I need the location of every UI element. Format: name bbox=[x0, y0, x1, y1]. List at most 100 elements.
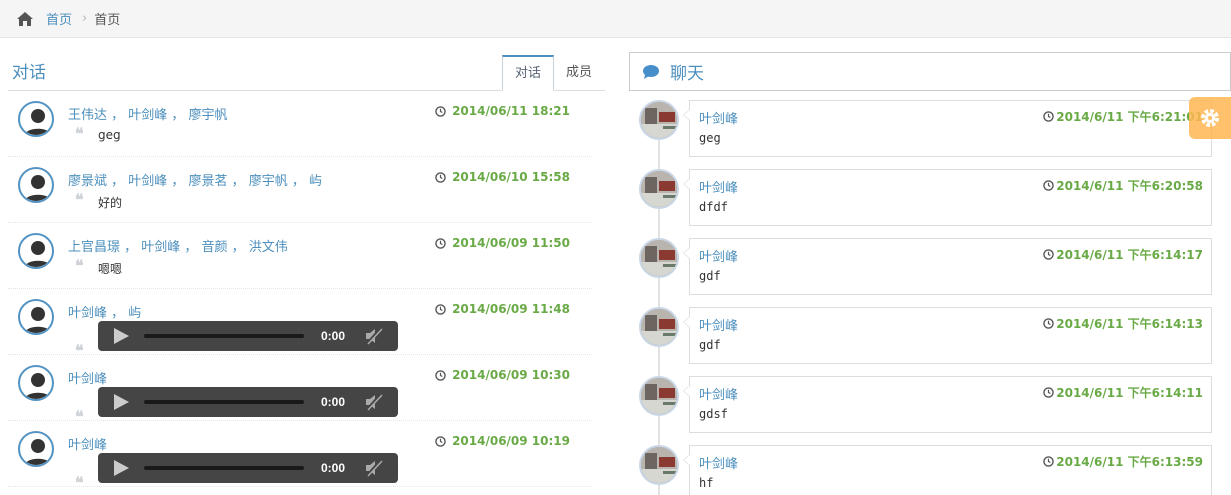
message-sender[interactable]: 叶剑峰 bbox=[699, 108, 738, 127]
mute-icon[interactable] bbox=[365, 393, 383, 411]
conversation-time: 2014/06/10 15:58 bbox=[435, 170, 570, 184]
audio-progress-track[interactable] bbox=[144, 400, 304, 404]
avatar bbox=[18, 431, 54, 467]
chat-message: 叶剑峰 2014/6/11 下午6:13:59 hf bbox=[629, 445, 1231, 495]
conversation-item[interactable]: 叶剑峰 2014/06/09 10:30 ❝ 0:00 bbox=[8, 355, 592, 426]
chevron-right-icon: › bbox=[82, 11, 88, 26]
conversation-time-text: 2014/06/09 10:19 bbox=[452, 434, 570, 448]
message-bubble: 叶剑峰 2014/6/11 下午6:13:59 hf bbox=[683, 445, 1212, 495]
chat-panel-title: 聊天 bbox=[670, 64, 704, 84]
tab-members[interactable]: 成员 bbox=[553, 55, 605, 90]
message-time: 2014/6/11 下午6:14:13 bbox=[1043, 315, 1203, 332]
message-sender[interactable]: 叶剑峰 bbox=[699, 315, 738, 334]
breadcrumb-current: 首页 bbox=[94, 13, 121, 28]
conversation-time: 2014/06/09 10:19 bbox=[435, 434, 570, 448]
conversation-item[interactable]: 叶剑峰 ， 屿 2014/06/09 11:48 ❝ 0:00 bbox=[8, 289, 592, 360]
conversation-list: 王伟达 ， 叶剑峰 ， 廖宇帆 2014/06/11 18:21 ❝ geg 廖景斌 ，… bbox=[8, 91, 605, 492]
conversation-panel: 对话 对话 成员 王伟达 ， 叶剑峰 ， 廖宇帆 2014/06/11 18:21… bbox=[8, 38, 605, 495]
chat-message: 叶剑峰 2014/6/11 下午6:14:13 gdf bbox=[629, 307, 1231, 364]
audio-player: ❝ 0:00 bbox=[75, 453, 398, 492]
message-time-text: 2014/6/11 下午6:21:01 bbox=[1056, 110, 1203, 124]
message-bubble: 叶剑峰 2014/6/11 下午6:14:17 gdf bbox=[683, 238, 1212, 295]
message-sender[interactable]: 叶剑峰 bbox=[699, 453, 738, 472]
message-time: 2014/6/11 下午6:14:11 bbox=[1043, 384, 1203, 401]
audio-player: ❝ 0:00 bbox=[75, 387, 398, 426]
chat-panel: 聊天 叶剑峰 2014/6/11 下午6:21:01 geg 叶剑峰 2014/6/11… bbox=[629, 52, 1231, 495]
message-time: 2014/6/11 下午6:21:01 bbox=[1043, 108, 1203, 125]
chat-message: 叶剑峰 2014/6/11 下午6:20:58 dfdf bbox=[629, 169, 1231, 226]
play-icon[interactable] bbox=[112, 327, 130, 345]
message-time-text: 2014/6/11 下午6:14:11 bbox=[1056, 386, 1203, 400]
audio-progress-track[interactable] bbox=[144, 334, 304, 338]
message-text: hf bbox=[699, 476, 714, 490]
message-text: gdf bbox=[699, 269, 721, 283]
audio-time: 0:00 bbox=[321, 395, 346, 409]
avatar bbox=[18, 101, 54, 137]
message-text: dfdf bbox=[699, 200, 728, 214]
message-sender[interactable]: 叶剑峰 bbox=[699, 246, 738, 265]
avatar bbox=[639, 238, 679, 278]
tab-conversations[interactable]: 对话 bbox=[502, 55, 554, 91]
conversation-time-text: 2014/06/11 18:21 bbox=[452, 104, 570, 118]
clock-icon bbox=[435, 237, 446, 249]
audio-time: 0:00 bbox=[321, 461, 346, 475]
conversation-participants[interactable]: 叶剑峰 bbox=[68, 368, 107, 387]
avatar bbox=[18, 233, 54, 269]
message-bubble: 叶剑峰 2014/6/11 下午6:14:11 gdsf bbox=[683, 376, 1212, 433]
conversation-item[interactable]: 叶剑峰 2014/06/09 10:19 ❝ 0:00 bbox=[8, 421, 592, 492]
message-text: gdsf bbox=[699, 407, 728, 421]
chat-bubble-icon bbox=[643, 64, 659, 79]
play-icon[interactable] bbox=[112, 393, 130, 411]
conversation-time-text: 2014/06/09 11:50 bbox=[452, 236, 570, 250]
mute-icon[interactable] bbox=[365, 327, 383, 345]
audio-progress-track[interactable] bbox=[144, 466, 304, 470]
conversation-item[interactable]: 上官昌璟 ， 叶剑峰 ， 音颜 ， 洪文伟 2014/06/09 11:50 ❝ 嗯嗯 bbox=[8, 223, 592, 289]
avatar bbox=[639, 376, 679, 416]
message-time-text: 2014/6/11 下午6:14:17 bbox=[1056, 248, 1203, 262]
home-icon[interactable] bbox=[16, 11, 34, 27]
message-time: 2014/6/11 下午6:14:17 bbox=[1043, 246, 1203, 263]
message-time: 2014/6/11 下午6:13:59 bbox=[1043, 453, 1203, 470]
quote-icon: ❝ bbox=[75, 256, 84, 275]
conversation-participants[interactable]: 叶剑峰 bbox=[68, 434, 107, 453]
conversation-time-text: 2014/06/09 10:30 bbox=[452, 368, 570, 382]
avatar bbox=[639, 445, 679, 485]
clock-icon bbox=[1043, 387, 1055, 398]
conversation-time: 2014/06/09 11:50 bbox=[435, 236, 570, 250]
audio-player: ❝ 0:00 bbox=[75, 321, 398, 360]
conversation-participants[interactable]: 廖景斌 ， 叶剑峰 ， 廖景茗 ， 廖宇帆 ， 屿 bbox=[68, 170, 322, 189]
breadcrumb-home-link[interactable]: 首页 bbox=[46, 9, 72, 28]
avatar bbox=[18, 167, 54, 203]
chat-message: 叶剑峰 2014/6/11 下午6:14:11 gdsf bbox=[629, 376, 1231, 433]
message-sender[interactable]: 叶剑峰 bbox=[699, 177, 738, 196]
clock-icon bbox=[1043, 180, 1055, 191]
conversation-participants[interactable]: 王伟达 ， 叶剑峰 ， 廖宇帆 bbox=[68, 104, 228, 123]
clock-icon bbox=[435, 303, 446, 315]
message-sender[interactable]: 叶剑峰 bbox=[699, 384, 738, 403]
clock-icon bbox=[435, 171, 446, 183]
timeline-line bbox=[658, 100, 660, 495]
gear-icon bbox=[1201, 109, 1219, 127]
mute-icon[interactable] bbox=[365, 459, 383, 477]
quote-icon: ❝ bbox=[75, 473, 84, 492]
conversation-participants[interactable]: 上官昌璟 ， 叶剑峰 ， 音颜 ， 洪文伟 bbox=[68, 236, 288, 255]
conversation-participants[interactable]: 叶剑峰 ， 屿 bbox=[68, 302, 141, 321]
clock-icon bbox=[1043, 249, 1055, 260]
conversation-panel-title: 对话 bbox=[12, 63, 46, 83]
message-bubble: 叶剑峰 2014/6/11 下午6:21:01 geg bbox=[683, 100, 1212, 157]
clock-icon bbox=[435, 369, 446, 381]
chat-message: 叶剑峰 2014/6/11 下午6:21:01 geg bbox=[629, 100, 1231, 157]
message-time-text: 2014/6/11 下午6:14:13 bbox=[1056, 317, 1203, 331]
clock-icon bbox=[1043, 111, 1055, 122]
message-bubble: 叶剑峰 2014/6/11 下午6:14:13 gdf bbox=[683, 307, 1212, 364]
message-time-text: 2014/6/11 下午6:13:59 bbox=[1056, 455, 1203, 469]
conversation-item[interactable]: 王伟达 ， 叶剑峰 ， 廖宇帆 2014/06/11 18:21 ❝ geg bbox=[8, 91, 592, 157]
clock-icon bbox=[1043, 456, 1055, 467]
conversation-time-text: 2014/06/10 15:58 bbox=[452, 170, 570, 184]
play-icon[interactable] bbox=[112, 459, 130, 477]
clock-icon bbox=[1043, 318, 1055, 329]
conversation-preview: 嗯嗯 bbox=[98, 262, 123, 276]
conversation-item[interactable]: 廖景斌 ， 叶剑峰 ， 廖景茗 ， 廖宇帆 ， 屿 2014/06/10 15:5… bbox=[8, 157, 592, 223]
settings-button[interactable] bbox=[1189, 97, 1231, 139]
message-bubble: 叶剑峰 2014/6/11 下午6:20:58 dfdf bbox=[683, 169, 1212, 226]
